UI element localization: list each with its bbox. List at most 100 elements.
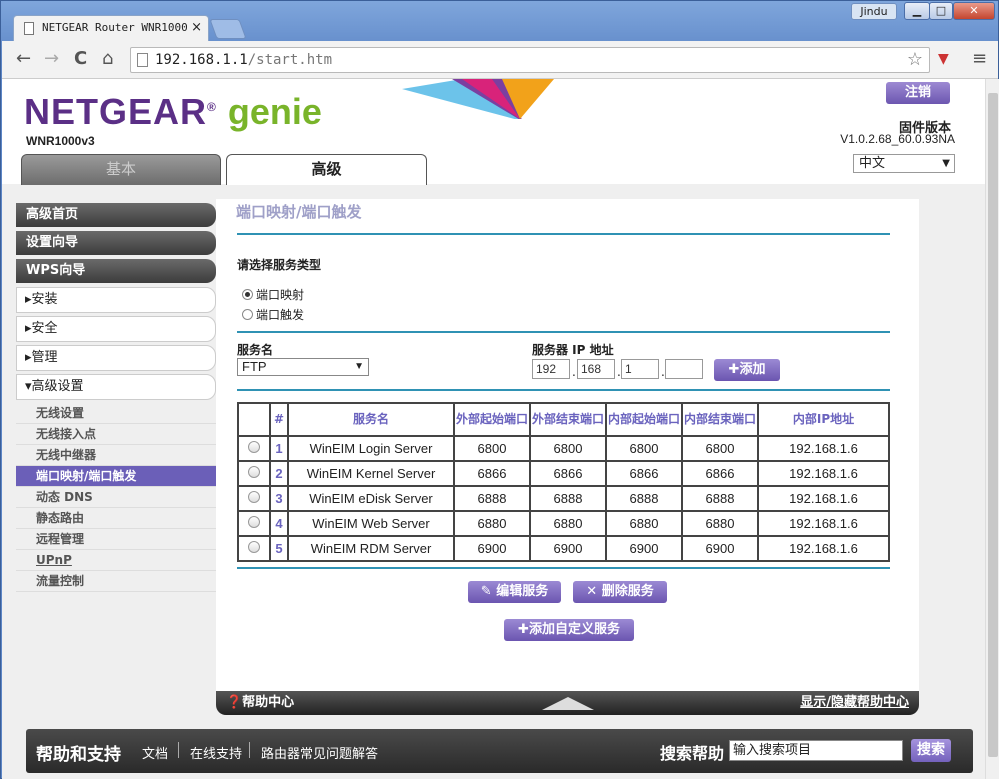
toggle-help-link[interactable]: 显示/隐藏帮助中心: [800, 691, 909, 715]
row-select-radio[interactable]: [237, 435, 271, 462]
help-center-link[interactable]: ❓帮助中心: [226, 691, 294, 715]
sidebar-group-advanced-setup[interactable]: ▾高级设置: [16, 374, 216, 400]
ip-octet-2[interactable]: 168: [577, 359, 615, 379]
title-bar: NETGEAR Router WNR1000v × Jindu ▁ □ ✕: [1, 1, 999, 41]
radio-unchecked-icon[interactable]: [248, 466, 260, 478]
row-select-radio[interactable]: [237, 535, 271, 562]
language-select[interactable]: 中文 ▼: [853, 154, 955, 173]
page-icon: [24, 22, 34, 35]
menu-icon[interactable]: ≡: [972, 49, 987, 69]
minimize-button[interactable]: ▁: [904, 2, 930, 20]
radio-unchecked-icon[interactable]: [248, 491, 260, 503]
reload-icon[interactable]: C: [74, 49, 87, 69]
ip-octet-1[interactable]: 192: [532, 359, 570, 379]
sidebar-group-administration[interactable]: ▸管理: [16, 345, 216, 371]
forward-icon[interactable]: →: [44, 49, 59, 69]
dropdown-arrow-icon: ▼: [942, 158, 950, 169]
external-end-port-cell: 6900: [529, 535, 607, 562]
table-row[interactable]: 3 WinEIM eDisk Server 6888 6888 6888 6888 192.…: [237, 485, 890, 512]
help-bar: ❓帮助中心 显示/隐藏帮助中心: [216, 691, 919, 715]
radio-unchecked-icon[interactable]: [248, 516, 260, 528]
docs-link[interactable]: 文档: [142, 743, 168, 762]
sidebar-advanced-home[interactable]: 高级首页: [16, 203, 216, 227]
table-row[interactable]: 4 WinEIM Web Server 6880 6880 6880 6880 192.16…: [237, 510, 890, 537]
browser-window: NETGEAR Router WNR1000v × Jindu ▁ □ ✕ ← …: [0, 0, 999, 779]
internal-end-port-cell: 6888: [681, 485, 759, 512]
address-bar[interactable]: 192.168.1.1/start.htm ☆: [130, 47, 930, 73]
logout-button[interactable]: 注销: [886, 82, 950, 104]
radio-port-triggering[interactable]: 端口触发: [242, 308, 304, 322]
tab-advanced[interactable]: 高级: [226, 154, 427, 185]
service-type-label: 请选择服务类型: [237, 258, 322, 272]
sidebar-group-setup[interactable]: ▸安装: [16, 287, 216, 313]
sidebar-item-upnp[interactable]: UPnP: [16, 550, 216, 571]
row-select-radio[interactable]: [237, 460, 271, 487]
support-footer: 帮助和支持 文档 在线支持 路由器常见问题解答 搜索帮助 输入搜索项目 搜索: [26, 729, 973, 773]
sidebar-group-security[interactable]: ▸安全: [16, 316, 216, 342]
row-number: 3: [269, 485, 289, 512]
search-button[interactable]: 搜索: [911, 739, 951, 762]
internal-ip-cell: 192.168.1.6: [757, 535, 890, 562]
radio-port-forwarding[interactable]: 端口映射: [242, 288, 304, 302]
internal-start-port-cell: 6800: [605, 435, 683, 462]
browser-tab[interactable]: NETGEAR Router WNR1000v ×: [13, 15, 209, 41]
sidebar-item-port-forwarding[interactable]: 端口映射/端口触发: [16, 466, 226, 487]
service-name-cell: WinEIM Web Server: [287, 510, 455, 537]
add-button[interactable]: ✚添加: [714, 359, 780, 381]
radio-unchecked-icon[interactable]: [248, 541, 260, 553]
tab-basic[interactable]: 基本: [21, 154, 221, 185]
service-name-label: 服务名: [237, 343, 274, 357]
table-row[interactable]: 2 WinEIM Kernel Server 6866 6866 6866 6866 192…: [237, 460, 890, 487]
sidebar-item-dynamic-dns[interactable]: 动态 DNS: [16, 487, 216, 508]
ip-octet-3[interactable]: 1: [621, 359, 659, 379]
service-name-cell: WinEIM Kernel Server: [287, 460, 455, 487]
service-name-select[interactable]: FTP ▼: [237, 358, 369, 376]
bookmark-star-icon[interactable]: ☆: [907, 48, 923, 72]
edit-service-button[interactable]: ✎ 编辑服务: [468, 581, 561, 603]
sidebar-item-wireless-repeater[interactable]: 无线中继器: [16, 445, 216, 466]
sidebar-wps-wizard[interactable]: WPS向导: [16, 259, 216, 283]
internal-ip-cell: 192.168.1.6: [757, 435, 890, 462]
external-end-port-cell: 6800: [529, 435, 607, 462]
sidebar-sub-list: 无线设置 无线接入点 无线中继器 端口映射/端口触发 动态 DNS 静态路由 远…: [16, 403, 226, 592]
maximize-button[interactable]: □: [929, 2, 953, 20]
online-support-link[interactable]: 在线支持: [190, 743, 242, 762]
address-path: /start.htm: [247, 52, 333, 68]
internal-end-port-cell: 6880: [681, 510, 759, 537]
back-icon[interactable]: ←: [16, 49, 31, 69]
sidebar-item-wireless-settings[interactable]: 无线设置: [16, 403, 216, 424]
sidebar-item-wireless-ap[interactable]: 无线接入点: [16, 424, 216, 445]
ip-octet-4[interactable]: [665, 359, 703, 379]
sidebar-item-static-routes[interactable]: 静态路由: [16, 508, 216, 529]
scrollbar[interactable]: [985, 79, 999, 779]
user-badge[interactable]: Jindu: [851, 3, 897, 20]
row-select-radio[interactable]: [237, 510, 271, 537]
sidebar-setup-wizard[interactable]: 设置向导: [16, 231, 216, 255]
delete-service-button[interactable]: ✕ 删除服务: [573, 581, 667, 603]
tab-title: NETGEAR Router WNR1000v: [42, 21, 195, 34]
add-custom-service-button[interactable]: ✚添加自定义服务: [504, 619, 634, 641]
sidebar-item-remote-management[interactable]: 远程管理: [16, 529, 216, 550]
divider: [249, 742, 250, 758]
table-row[interactable]: 1 WinEIM Login Server 6800 6800 6800 6800 192.…: [237, 435, 890, 462]
divider: [237, 567, 890, 569]
external-start-port-cell: 6900: [453, 535, 531, 562]
faq-link[interactable]: 路由器常见问题解答: [261, 743, 378, 762]
ip-dot: .: [572, 365, 576, 379]
row-select-radio[interactable]: [237, 485, 271, 512]
close-window-button[interactable]: ✕: [953, 2, 995, 20]
search-input[interactable]: 输入搜索项目: [729, 740, 903, 761]
expand-help-icon[interactable]: [542, 697, 594, 710]
external-end-port-cell: 6866: [529, 460, 607, 487]
tab-close-icon[interactable]: ×: [187, 16, 202, 40]
radio-unchecked-icon[interactable]: [248, 441, 260, 453]
sidebar-item-traffic-meter[interactable]: 流量控制: [16, 571, 216, 592]
scrollbar-thumb[interactable]: [988, 93, 998, 757]
firmware-version: V1.0.2.68_60.0.93NA: [840, 132, 955, 146]
external-end-port-cell: 6880: [529, 510, 607, 537]
table-row[interactable]: 5 WinEIM RDM Server 6900 6900 6900 6900 192.16…: [237, 535, 890, 562]
home-icon[interactable]: ⌂: [102, 49, 113, 69]
column-header: 内部起始端口: [605, 402, 683, 437]
blocked-download-icon[interactable]: ▼: [938, 49, 949, 69]
new-tab-button[interactable]: [209, 19, 247, 39]
